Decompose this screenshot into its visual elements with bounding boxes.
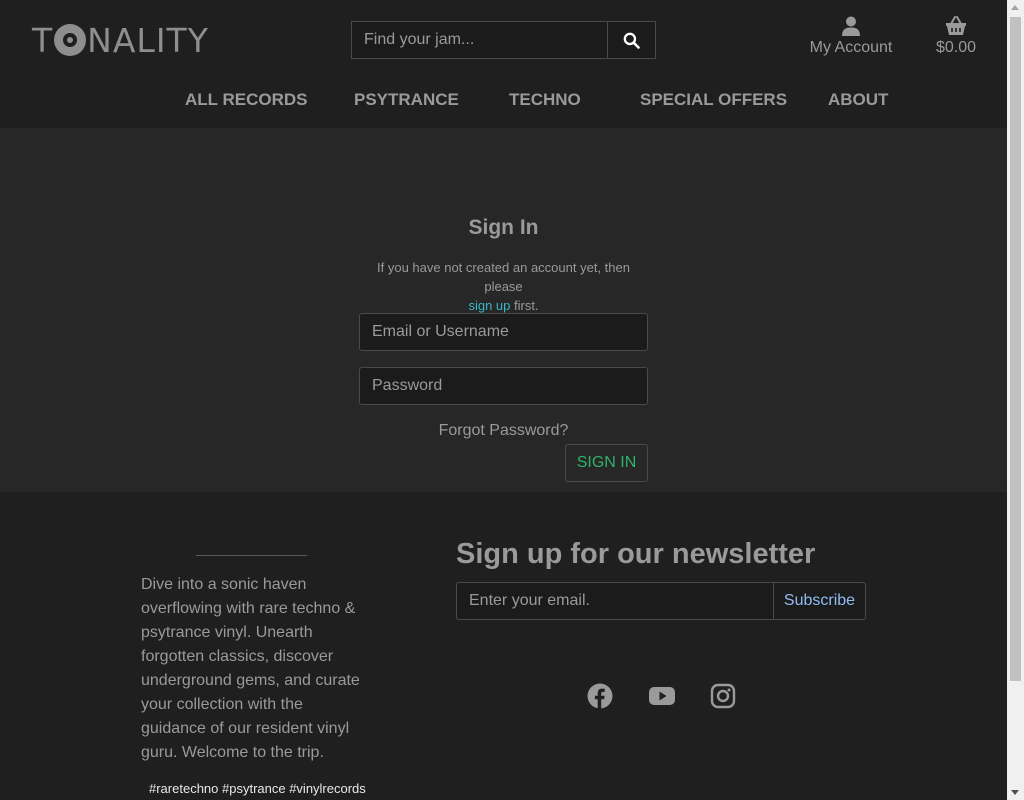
basket-icon: [946, 16, 966, 35]
signup-note: If you have not created an account yet, …: [358, 258, 649, 315]
search-input[interactable]: [351, 21, 607, 59]
search-icon: [623, 32, 640, 49]
search-form: [351, 21, 656, 59]
vinyl-record-icon: [54, 24, 87, 56]
signup-note-text-end: first.: [510, 298, 539, 313]
scrollbar-thumb[interactable]: [1010, 17, 1021, 681]
logo-text-end: NALITY: [87, 20, 209, 60]
nav-item-about[interactable]: ABOUT: [828, 90, 888, 110]
page: TNALITY My Account $0: [0, 0, 1007, 800]
user-icon: [842, 16, 860, 36]
footer-hashtags: #raretechno #psytrance #vinylrecords: [149, 781, 366, 796]
password-input[interactable]: [359, 367, 648, 405]
youtube-link[interactable]: [649, 683, 675, 709]
scroll-up-arrow-icon[interactable]: [1011, 5, 1019, 10]
instagram-icon: [710, 683, 736, 709]
facebook-link[interactable]: [587, 683, 613, 709]
cart-link[interactable]: $0.00: [932, 16, 980, 57]
footer-about-text: Dive into a sonic haven overflowing with…: [141, 576, 360, 761]
nav-item-special-offers[interactable]: SPECIAL OFFERS: [640, 90, 787, 110]
scroll-down-arrow-icon[interactable]: [1011, 790, 1019, 795]
facebook-icon: [587, 683, 613, 709]
sign-up-link[interactable]: sign up: [468, 298, 510, 313]
sign-in-button[interactable]: SIGN IN: [565, 444, 648, 482]
page-scrollbar[interactable]: [1007, 0, 1024, 800]
nav-item-all-records[interactable]: ALL RECORDS: [185, 90, 307, 110]
subscribe-button[interactable]: Subscribe: [773, 582, 866, 620]
page-title: Sign In: [468, 216, 539, 239]
newsletter-form: Subscribe: [456, 582, 866, 620]
search-button[interactable]: [607, 21, 656, 59]
newsletter-title: Sign up for our newsletter: [456, 538, 816, 570]
forgot-password-link[interactable]: Forgot Password?: [0, 422, 1007, 440]
site-header: TNALITY My Account $0: [0, 0, 1007, 128]
signup-note-text-start: If you have not created an account yet, …: [377, 260, 630, 294]
footer-divider: [196, 555, 307, 556]
nav-item-techno[interactable]: TECHNO: [509, 90, 581, 110]
youtube-icon: [649, 687, 675, 705]
site-footer: Dive into a sonic haven overflowing with…: [0, 492, 1007, 800]
logo-text-start: T: [32, 20, 54, 60]
my-account-link[interactable]: My Account: [808, 16, 894, 57]
site-logo[interactable]: T NALITY: [32, 20, 209, 60]
instagram-link[interactable]: [710, 683, 736, 709]
nav-item-psytrance[interactable]: PSYTRANCE: [354, 90, 459, 110]
my-account-label: My Account: [809, 39, 893, 56]
newsletter-email-input[interactable]: [456, 582, 773, 620]
cart-total: $0.00: [935, 39, 977, 56]
signin-section: Sign In If you have not created an accou…: [0, 128, 1007, 492]
main-nav: ALL RECORDS PSYTRANCE TECHNO SPECIAL OFF…: [0, 80, 1007, 120]
email-username-input[interactable]: [359, 313, 648, 351]
